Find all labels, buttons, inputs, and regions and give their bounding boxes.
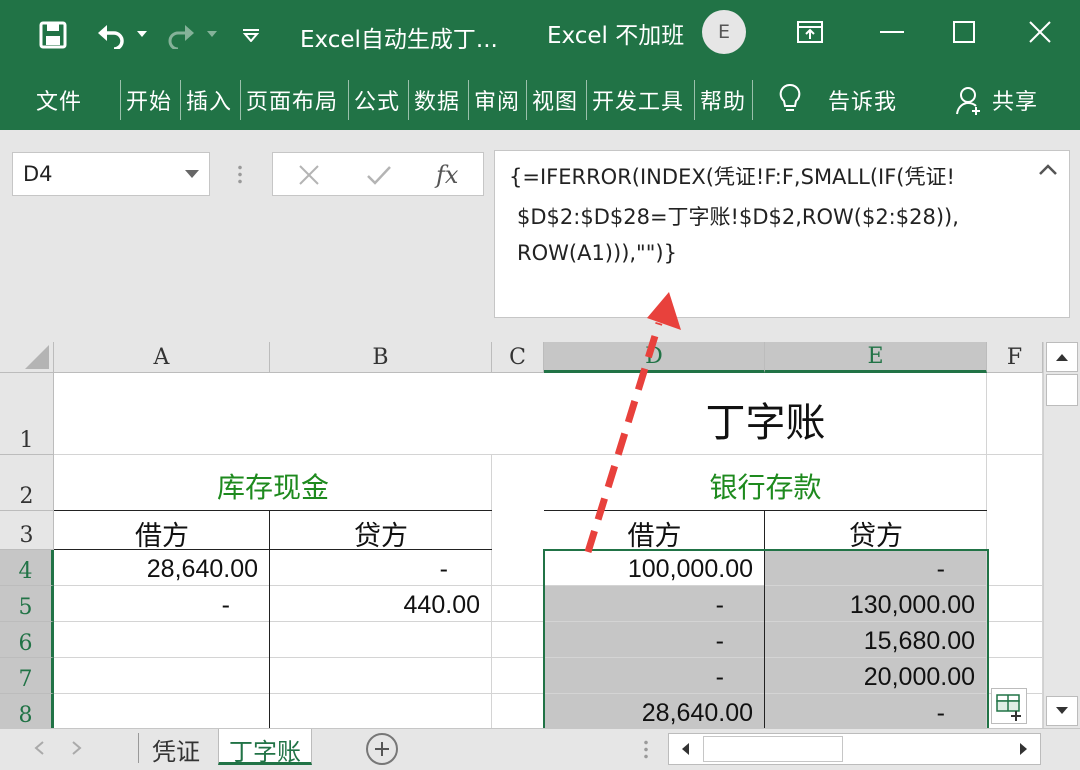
tab-divider	[138, 733, 139, 763]
scroll-right-icon[interactable]	[1008, 734, 1040, 764]
annotation-arrow-icon	[584, 292, 681, 554]
scroll-thumb[interactable]	[1046, 374, 1078, 406]
scroll-down-icon[interactable]	[1046, 696, 1078, 726]
resize-handle[interactable]	[644, 739, 648, 759]
sheet-tab-bar: 凭证 丁字账	[0, 728, 1080, 770]
vertical-scrollbar[interactable]	[1043, 342, 1080, 728]
next-sheet-icon[interactable]	[72, 741, 82, 755]
add-sheet-icon[interactable]	[366, 733, 398, 765]
scroll-up-icon[interactable]	[1046, 342, 1078, 372]
prev-sheet-icon[interactable]	[34, 741, 44, 755]
sheet-tab-ledger[interactable]: 丁字账	[218, 729, 312, 766]
sheet-tab-voucher[interactable]: 凭证	[142, 729, 210, 766]
scroll-thumb[interactable]	[703, 736, 843, 762]
horizontal-scrollbar[interactable]	[668, 733, 1041, 765]
scroll-left-icon[interactable]	[669, 734, 701, 764]
